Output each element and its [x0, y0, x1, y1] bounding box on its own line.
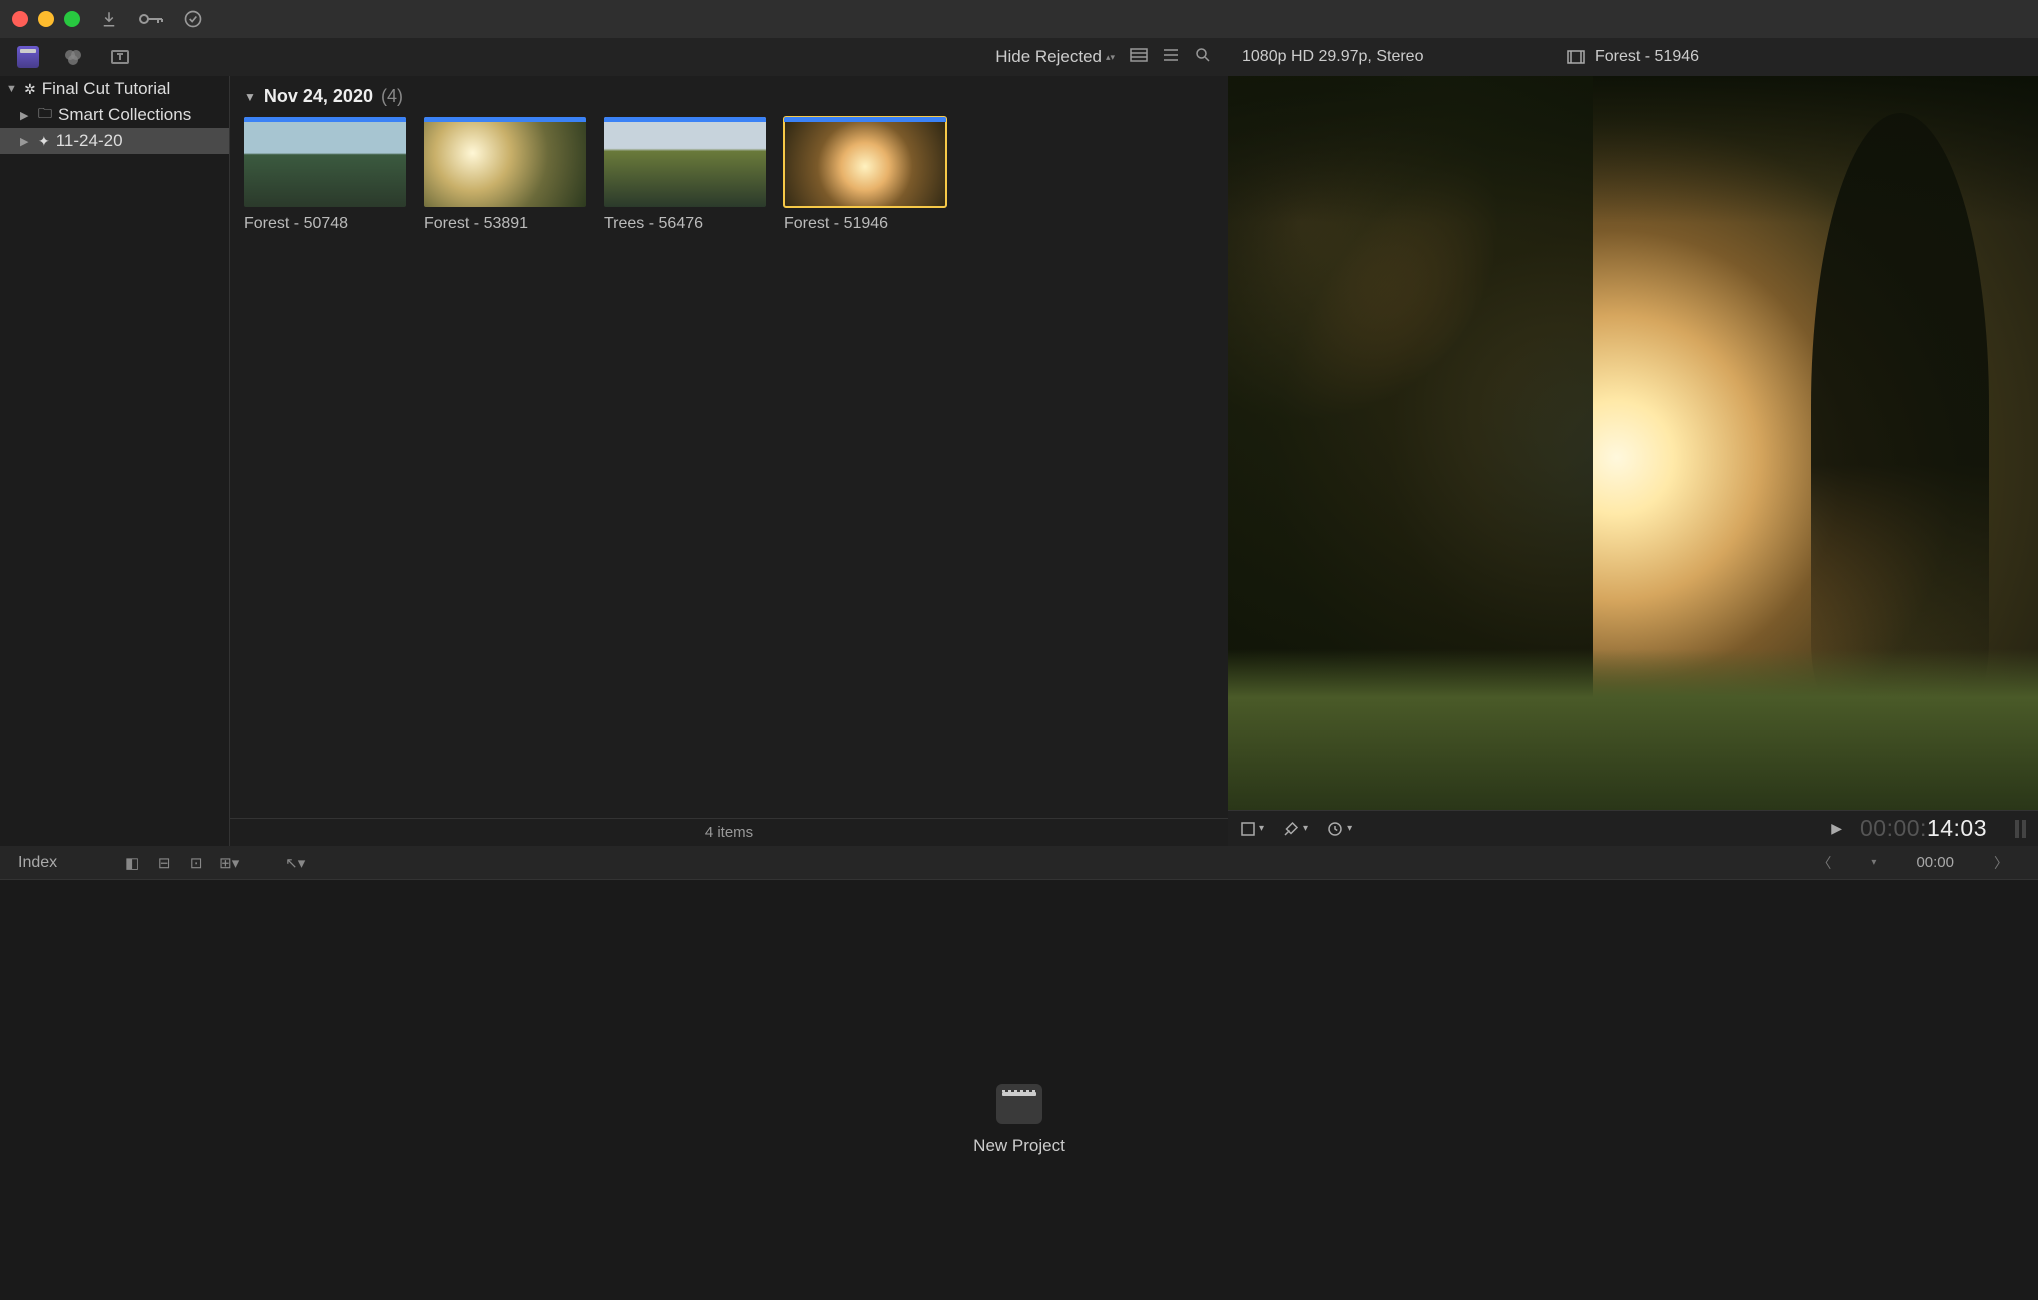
audio-meter-icon[interactable]: [2015, 820, 2026, 838]
updown-icon: ▴▾: [1106, 54, 1116, 60]
viewer-header: 1080p HD 29.97p, Stereo Forest - 51946: [1228, 48, 2038, 66]
insert-clip-button[interactable]: ⊟: [155, 854, 173, 872]
list-view-button[interactable]: [1162, 47, 1180, 68]
clip-item[interactable]: Trees - 56476: [604, 117, 766, 233]
clip-label: Forest - 53891: [424, 215, 586, 233]
preview-image: [1228, 649, 2038, 810]
select-tool-button[interactable]: ↖▾: [285, 854, 303, 872]
timecode-bright: 14:03: [1927, 815, 1987, 841]
event-heading[interactable]: ▼ Nov 24, 2020 (4): [230, 76, 1228, 113]
timeline-timecode: 00:00: [1916, 854, 1954, 871]
disclosure-triangle-icon[interactable]: ▶: [20, 109, 32, 122]
item-count-label: 4 items: [705, 824, 753, 841]
play-icon[interactable]: ▶: [1831, 820, 1842, 837]
clip-item[interactable]: Forest - 53891: [424, 117, 586, 233]
clip-icon: [1567, 50, 1585, 64]
minimize-window-button[interactable]: [38, 11, 54, 27]
preview-image: [1811, 113, 1989, 700]
color-tool-button[interactable]: ▾: [1282, 820, 1308, 838]
timeline-area: Index ◧ ⊟ ⊡ ⊞▾ ↖▾ 〈 ▾ 00:00 〉 New Projec…: [0, 846, 2038, 1300]
window-traffic-lights: [12, 11, 80, 27]
video-format-label: 1080p HD 29.97p, Stereo: [1242, 48, 1567, 66]
smart-collections-label: Smart Collections: [58, 105, 191, 125]
clip-thumbnail[interactable]: [784, 117, 946, 207]
clip-label: Trees - 56476: [604, 215, 766, 233]
viewer-toolbar: ▾ ▾ ▾ ▶ 00:00:14:03: [1228, 810, 2038, 846]
background-tasks-button[interactable]: [178, 8, 208, 30]
clip-item[interactable]: Forest - 50748: [244, 117, 406, 233]
browser-footer: 4 items: [230, 818, 1228, 846]
media-tab-icon[interactable]: [14, 43, 42, 71]
index-button[interactable]: Index: [10, 852, 65, 874]
library-icon: ✲: [24, 81, 36, 98]
clip-thumbnail[interactable]: [424, 117, 586, 207]
timeline-history-back-button[interactable]: 〈: [1817, 853, 1831, 873]
filter-menu-label: Hide Rejected: [995, 47, 1102, 67]
timecode-dim: 00:00:: [1860, 815, 1927, 841]
main-area: ▼ ✲ Final Cut Tutorial ▶ 🗀 Smart Collect…: [0, 76, 2038, 846]
clip-label: Forest - 51946: [784, 215, 946, 233]
import-media-button[interactable]: [94, 8, 124, 30]
disclosure-triangle-icon[interactable]: ▶: [20, 135, 32, 148]
clip-thumbnail[interactable]: [604, 117, 766, 207]
retime-tool-button[interactable]: ▾: [1326, 820, 1352, 838]
append-clip-button[interactable]: ⊡: [187, 854, 205, 872]
connect-clip-button[interactable]: ◧: [123, 854, 141, 872]
smart-collections-row[interactable]: ▶ 🗀 Smart Collections: [0, 102, 229, 128]
viewer-panel: ▾ ▾ ▾ ▶ 00:00:14:03: [1228, 76, 2038, 846]
fullscreen-window-button[interactable]: [64, 11, 80, 27]
event-label: 11-24-20: [56, 131, 123, 151]
new-project-button[interactable]: New Project: [973, 1084, 1065, 1156]
event-date-label: Nov 24, 2020: [264, 86, 373, 107]
keyword-editor-button[interactable]: [138, 11, 164, 27]
transform-tool-button[interactable]: ▾: [1240, 821, 1264, 837]
disclosure-triangle-icon[interactable]: ▼: [6, 83, 18, 95]
clip-item[interactable]: Forest - 51946: [784, 117, 946, 233]
browser-toolbar: Hide Rejected ▴▾: [230, 46, 1228, 69]
filter-menu[interactable]: Hide Rejected ▴▾: [995, 47, 1116, 67]
timecode-display[interactable]: 00:00:14:03: [1860, 815, 1987, 842]
search-icon[interactable]: [1194, 46, 1212, 69]
timeline-history-forward-button[interactable]: 〉: [1994, 853, 2008, 873]
viewer-canvas[interactable]: [1228, 76, 2038, 810]
overwrite-clip-button[interactable]: ⊞▾: [219, 854, 237, 872]
timeline-body[interactable]: New Project: [0, 880, 2038, 1300]
tab-bar: Hide Rejected ▴▾ 1080p HD 29.97p, Stereo…: [0, 38, 2038, 76]
folder-icon: 🗀: [38, 103, 52, 127]
event-icon: ✦: [38, 133, 50, 150]
event-row[interactable]: ▶ ✦ 11-24-20: [0, 128, 229, 154]
clip-thumbnail[interactable]: [244, 117, 406, 207]
media-browser: ▼ Nov 24, 2020 (4) Forest - 50748 Forest…: [230, 76, 1228, 846]
clapperboard-icon: [996, 1084, 1042, 1124]
clip-label: Forest - 50748: [244, 215, 406, 233]
viewer-clip-name: Forest - 51946: [1595, 48, 1699, 66]
clip-grid: Forest - 50748 Forest - 53891 Trees - 56…: [230, 113, 1228, 237]
library-sidebar: ▼ ✲ Final Cut Tutorial ▶ 🗀 Smart Collect…: [0, 76, 230, 846]
library-label: Final Cut Tutorial: [42, 79, 171, 99]
filmstrip-view-button[interactable]: [1130, 47, 1148, 68]
effects-tab-icon[interactable]: [60, 43, 88, 71]
sidebar-tab-icons: [0, 43, 230, 71]
event-count-label: (4): [381, 86, 403, 107]
timeline-toolbar: Index ◧ ⊟ ⊡ ⊞▾ ↖▾ 〈 ▾ 00:00 〉: [0, 846, 2038, 880]
titles-tab-icon[interactable]: [106, 43, 134, 71]
window-titlebar: [0, 0, 2038, 38]
new-project-label: New Project: [973, 1136, 1065, 1156]
disclosure-triangle-icon[interactable]: ▼: [244, 90, 256, 104]
close-window-button[interactable]: [12, 11, 28, 27]
timeline-history-menu[interactable]: ▾: [1871, 857, 1876, 868]
library-row[interactable]: ▼ ✲ Final Cut Tutorial: [0, 76, 229, 102]
